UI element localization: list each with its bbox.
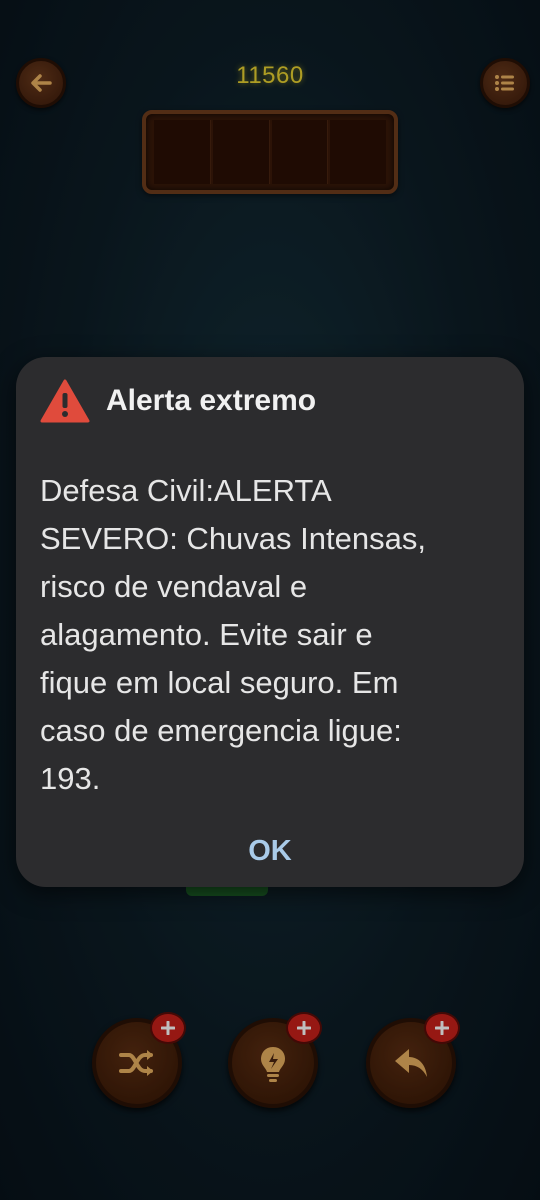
emergency-alert-dialog: Alerta extremo Defesa Civil:ALERTA SEVER… (16, 357, 524, 887)
warning-triangle-icon (40, 379, 90, 423)
dialog-title: Alerta extremo (106, 384, 317, 417)
alert-message: Defesa Civil:ALERTA SEVERO: Chuvas Inten… (40, 473, 426, 796)
dialog-header: Alerta extremo (40, 379, 316, 423)
ok-button[interactable]: OK (220, 827, 320, 875)
